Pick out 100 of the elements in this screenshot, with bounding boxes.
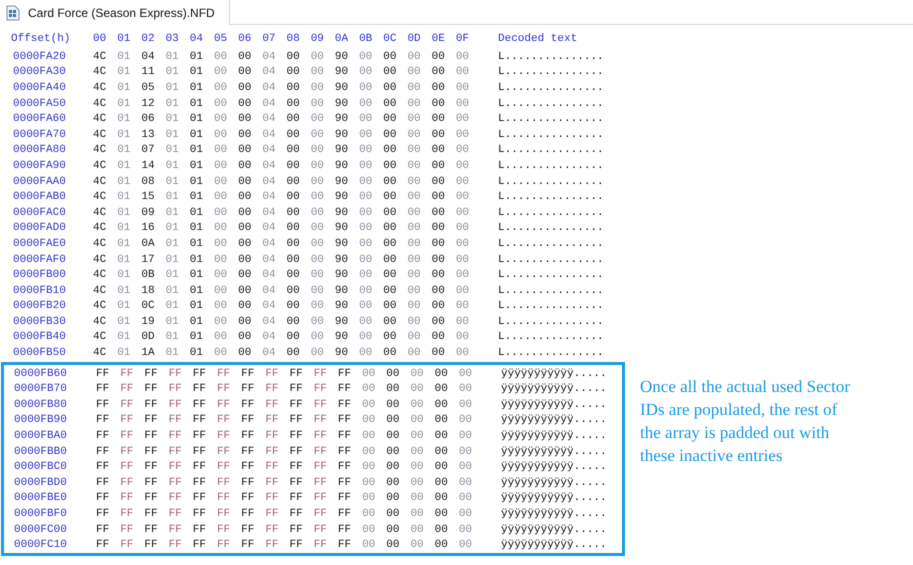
byte-cell-text: 00	[214, 300, 228, 312]
byte-cell-text: 00	[310, 191, 325, 204]
decoded-cell-text: ÿÿÿÿÿÿÿÿÿÿÿ.....	[500, 461, 607, 474]
byte-cell-text: FF	[338, 476, 352, 489]
byte-cell-text: 00	[434, 398, 449, 411]
byte-cell-text: 00	[386, 492, 400, 504]
byte-cell-text: FF	[96, 446, 110, 458]
byte-cell-text: FF	[290, 461, 304, 474]
byte-cell-text: FF	[265, 446, 280, 458]
byte-cell-text: 01	[166, 113, 180, 126]
byte-cell-text: FF	[314, 398, 328, 411]
byte-cell-text: FF	[144, 430, 159, 442]
byte-cell-text: 00	[310, 176, 325, 188]
byte-cell-text: 01	[190, 269, 204, 282]
offset-cell-text: 0000FA50	[12, 98, 67, 110]
byte-cell-text: 00	[407, 82, 422, 94]
column-header: 09	[310, 33, 325, 45]
byte-cell-text: 00	[286, 300, 301, 312]
byte-cell-text: FF	[216, 430, 232, 442]
byte-cell-text: 00	[359, 113, 374, 126]
byte-cell-text: 00	[383, 206, 398, 219]
byte-cell-text: 90	[334, 222, 350, 234]
byte-cell-text: FF	[265, 430, 280, 442]
byte-cell-text: 00	[432, 269, 446, 282]
byte-cell-text: FF	[168, 492, 183, 504]
byte-cell-text: 04	[262, 284, 277, 297]
byte-cell-text: FF	[241, 383, 256, 396]
byte-cell-text: 90	[334, 160, 350, 172]
byte-cell-text: FF	[144, 476, 159, 489]
byte-cell-text: 00	[410, 383, 425, 396]
byte-cell-text: 01	[117, 98, 132, 110]
byte-cell-text: FF	[144, 524, 159, 536]
byte-cell-text: 00	[456, 238, 470, 250]
byte-cell-text: 00	[362, 414, 376, 426]
byte-cell-text: FF	[168, 446, 183, 458]
byte-cell-text: FF	[120, 414, 134, 426]
byte-cell-text: 00	[286, 331, 301, 344]
byte-cell-text: FF	[144, 368, 159, 380]
byte-cell-text: 00	[359, 160, 374, 172]
byte-cell-text: 4C	[93, 128, 108, 141]
byte-cell-text: 00	[238, 300, 252, 312]
byte-cell-text: 00	[432, 66, 446, 78]
decoded-cell-text: ÿÿÿÿÿÿÿÿÿÿÿ.....	[500, 508, 607, 520]
byte-cell-text: 00	[386, 414, 400, 426]
byte-cell-text: 00	[238, 316, 252, 328]
byte-cell-text: FF	[338, 383, 352, 396]
byte-cell-text: 00	[386, 539, 400, 552]
byte-cell-text: 01	[117, 66, 132, 78]
byte-cell-text: 04	[262, 300, 277, 312]
byte-cell-text: 00	[383, 300, 398, 312]
offset-cell-text: 0000FBF0	[13, 508, 68, 520]
byte-cell-text: FF	[265, 368, 280, 380]
offset-cell-text: 0000FB50	[12, 347, 67, 360]
byte-cell-text: 4C	[93, 300, 108, 312]
byte-cell-text: 00	[456, 284, 470, 297]
byte-cell-text: 00	[359, 98, 374, 110]
byte-cell-text: FF	[168, 368, 183, 380]
byte-cell-text: FF	[192, 414, 207, 426]
byte-cell-text: FF	[192, 539, 207, 552]
byte-cell-text: FF	[314, 524, 328, 536]
byte-cell-text: 00	[432, 331, 446, 344]
byte-cell-text: 00	[359, 269, 374, 282]
byte-cell-text: 00	[359, 331, 374, 344]
byte-cell-text: 00	[432, 191, 446, 204]
byte-cell-text: 00	[310, 269, 325, 282]
offset-cell-text: 0000FA60	[12, 113, 67, 126]
byte-cell-text: FF	[290, 524, 304, 536]
byte-cell-text: 00	[456, 98, 470, 110]
byte-cell-text: 00	[238, 254, 252, 266]
byte-cell-text: 00	[362, 461, 376, 474]
byte-cell-text: 4C	[93, 284, 108, 297]
column-header: 0D	[407, 33, 422, 45]
byte-cell-text: 00	[432, 254, 446, 266]
byte-cell-text: 00	[456, 176, 470, 188]
byte-cell-text: FF	[216, 476, 232, 489]
byte-cell-text: FF	[168, 398, 183, 411]
byte-cell-text: 00	[407, 331, 422, 344]
byte-cell-text: FF	[168, 414, 183, 426]
byte-cell-text: 00	[458, 414, 474, 426]
byte-cell-text: FF	[168, 430, 183, 442]
column-header: 0C	[383, 33, 398, 45]
byte-cell-text: 14	[141, 160, 156, 172]
byte-cell-text: 90	[334, 206, 350, 219]
byte-cell-text: 00	[458, 446, 474, 458]
byte-cell-text: 90	[334, 300, 350, 312]
byte-cell-text: 1A	[141, 347, 156, 360]
byte-cell-text: 00	[432, 238, 446, 250]
byte-cell-text: 90	[334, 347, 350, 360]
byte-cell-text: 90	[334, 269, 350, 282]
byte-cell-text: 01	[166, 98, 180, 110]
byte-cell-text: 00	[238, 98, 252, 110]
byte-cell-text: 01	[190, 206, 204, 219]
byte-cell-text: 00	[386, 446, 400, 458]
byte-cell-text: 00	[386, 368, 400, 380]
file-tab[interactable]: Card Force (Season Express).NFD	[0, 0, 230, 25]
byte-cell-text: 00	[238, 238, 252, 250]
byte-cell-text: 04	[262, 176, 277, 188]
byte-cell-text: 00	[310, 238, 325, 250]
byte-cell-text: 04	[262, 82, 277, 94]
byte-cell-text: 00	[286, 284, 301, 297]
